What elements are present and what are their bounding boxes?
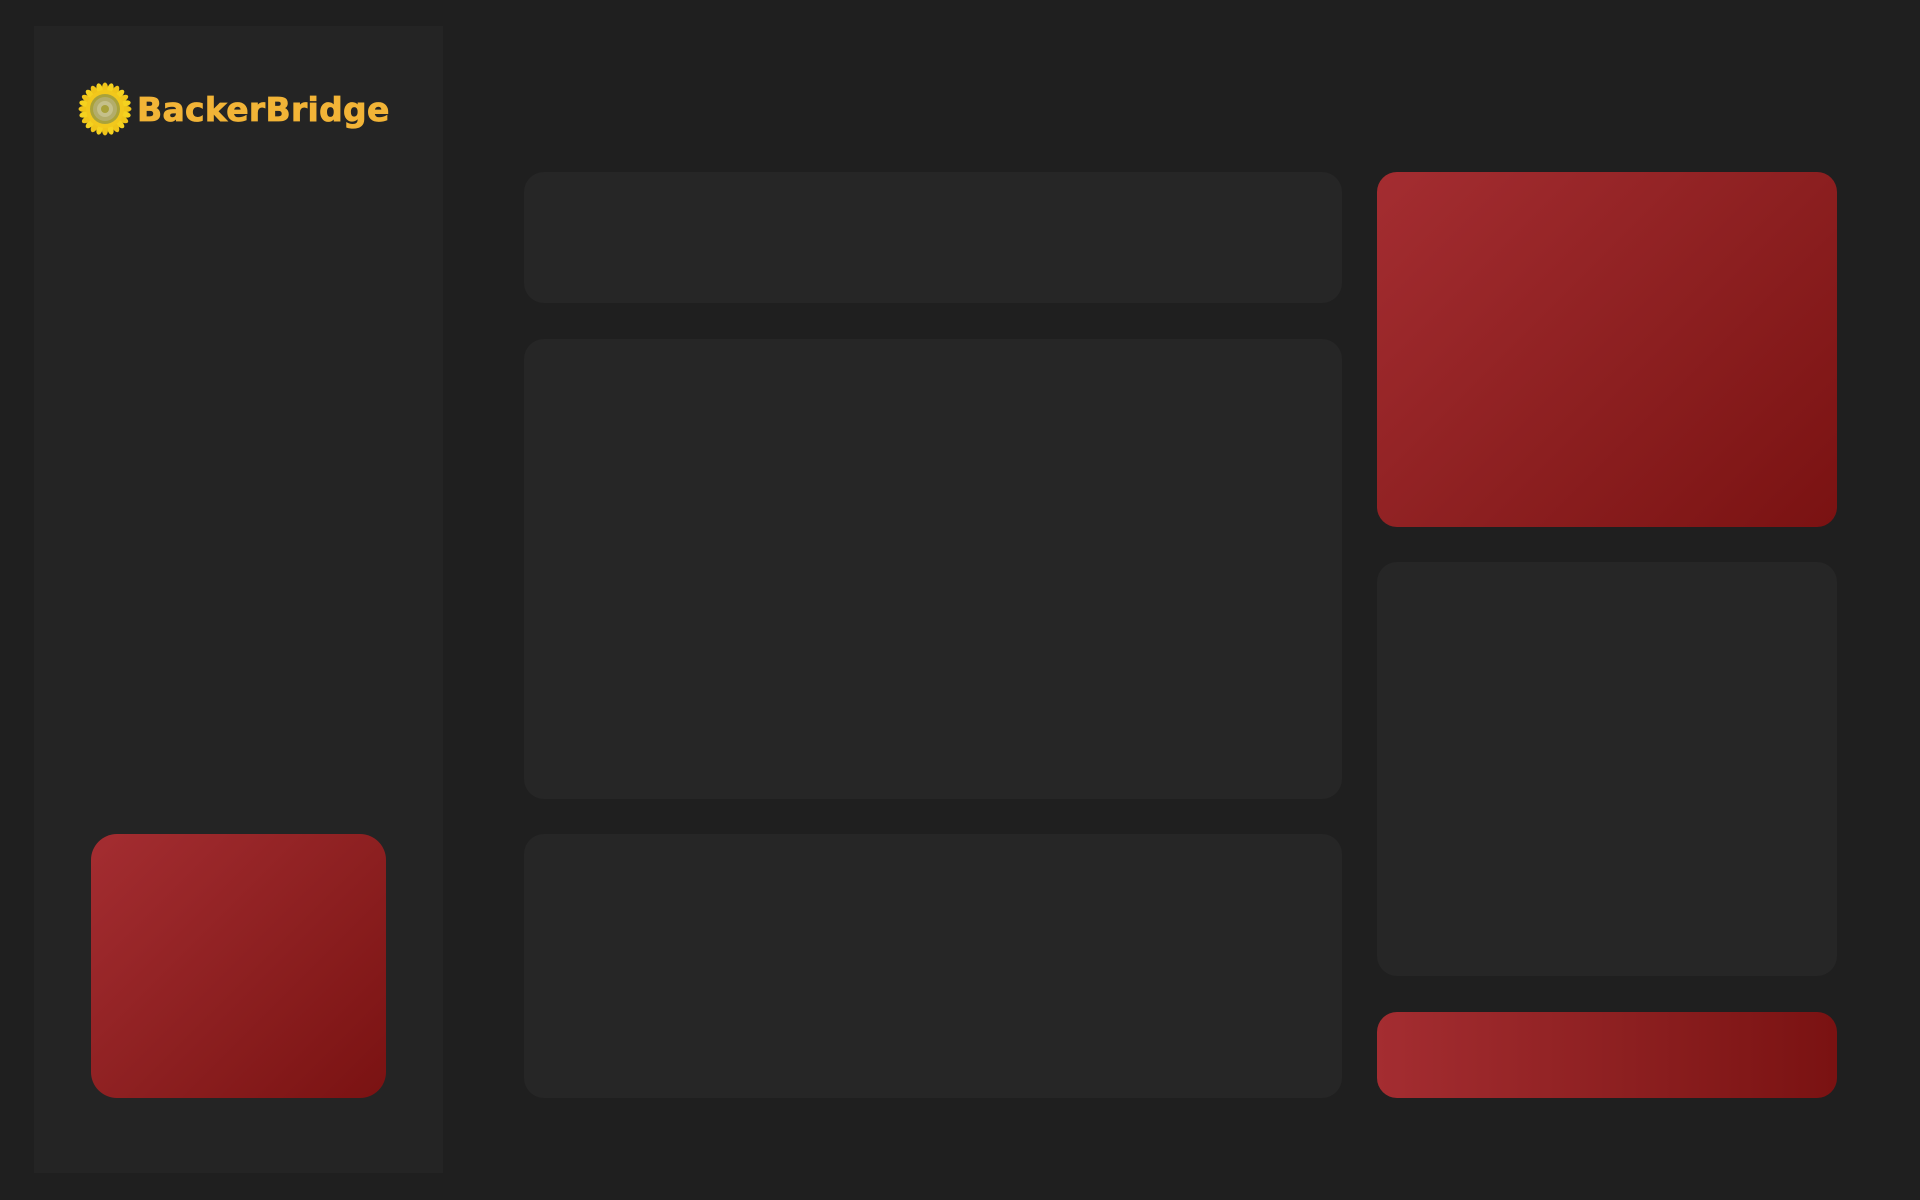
hero-card[interactable] [1377,172,1837,527]
bottom-panel [524,834,1342,1098]
sidebar: BackerBridge [34,26,443,1173]
action-strip[interactable] [1377,1012,1837,1098]
top-panel [524,172,1342,303]
sunflower-icon [78,82,132,136]
brand-logo-link[interactable]: BackerBridge [78,82,390,136]
side-panel [1377,562,1837,976]
app-page: BackerBridge [0,0,1920,1200]
sidebar-promo-card[interactable] [91,834,386,1098]
main-panel [524,339,1342,799]
brand-name: BackerBridge [137,89,390,129]
